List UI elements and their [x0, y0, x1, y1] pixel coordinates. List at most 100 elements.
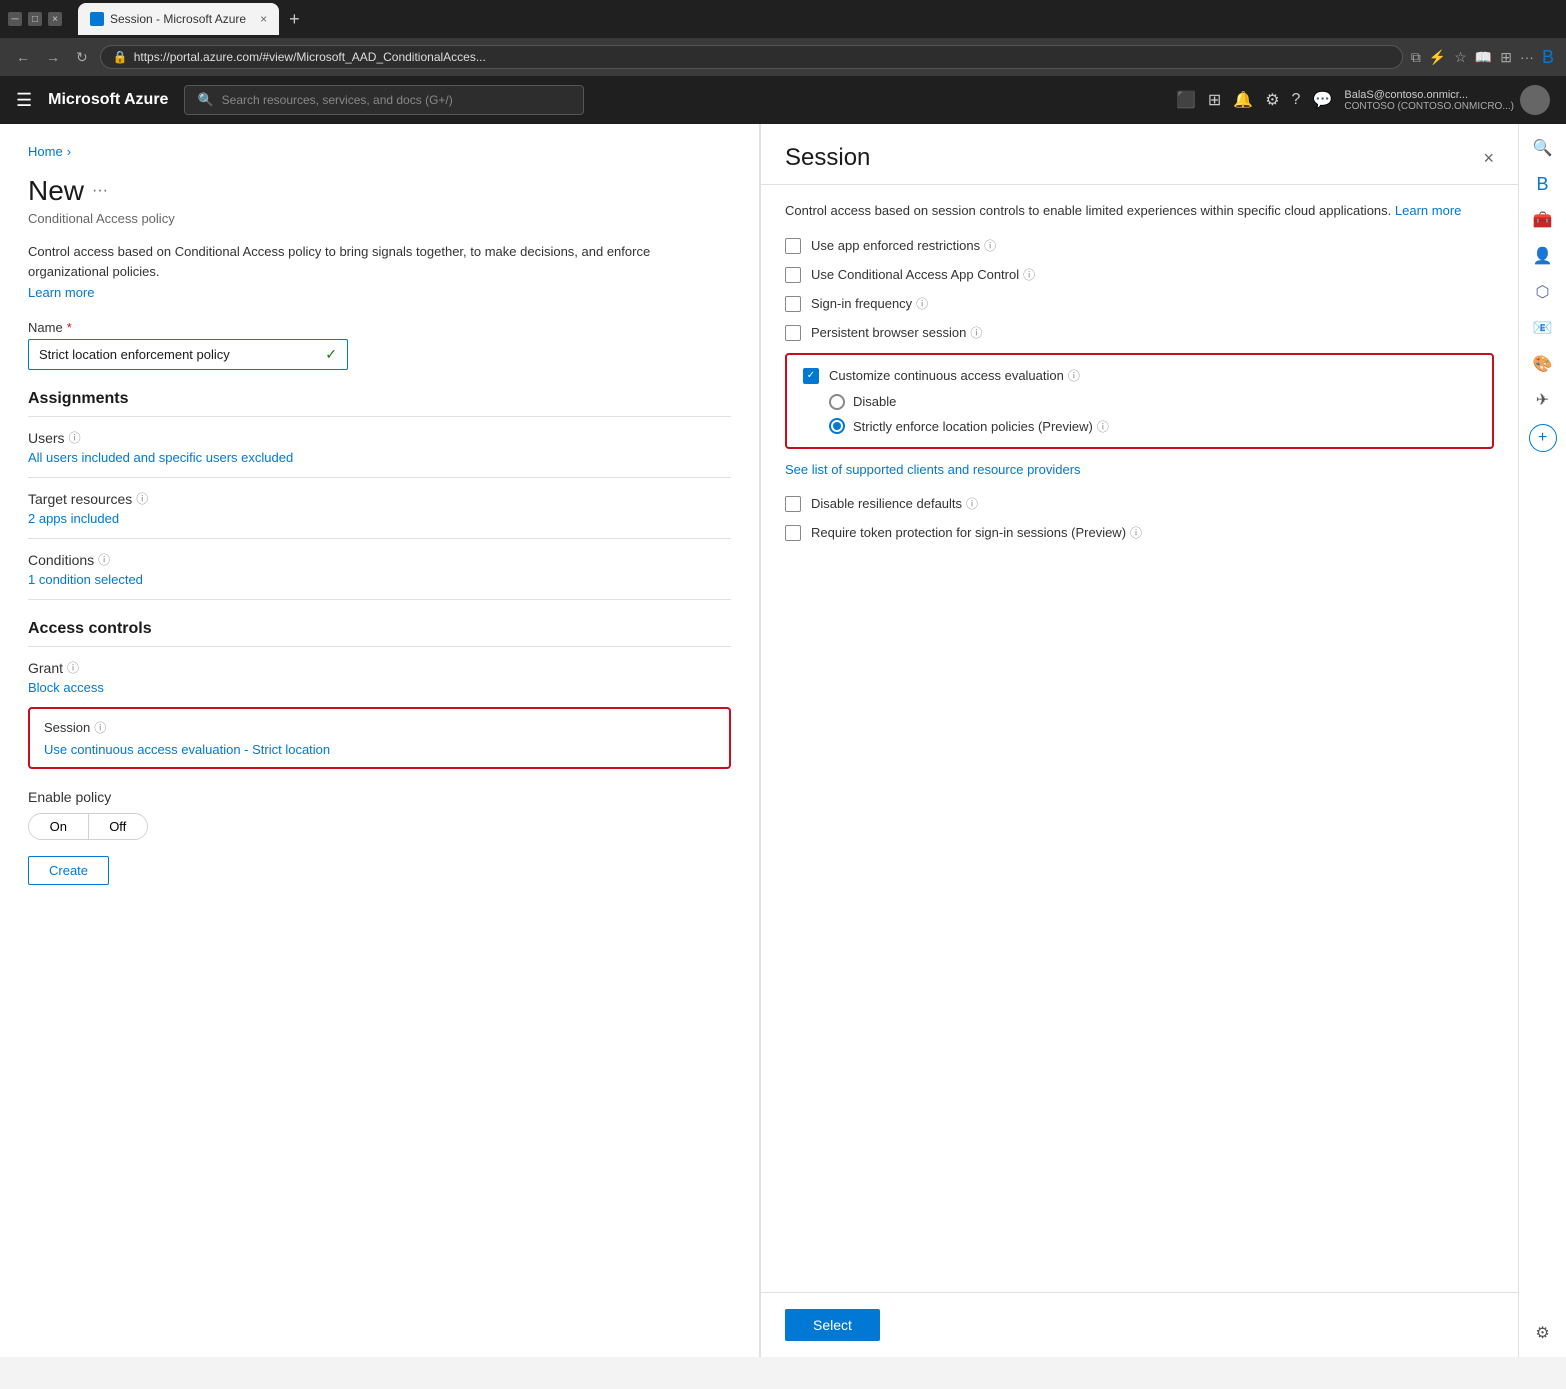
drawer-description: Control access based on session controls…: [785, 201, 1494, 221]
token-protection-info-icon[interactable]: ⓘ: [1130, 524, 1142, 541]
cae-label: Customize continuous access evaluation ⓘ: [829, 367, 1080, 384]
conditions-info-icon[interactable]: ⓘ: [98, 551, 110, 568]
split-screen-icon[interactable]: ⧉: [1411, 49, 1421, 66]
disable-resilience-info-icon[interactable]: ⓘ: [966, 495, 978, 512]
notifications-icon[interactable]: 🔔: [1233, 90, 1253, 110]
favorites-icon[interactable]: ☆: [1454, 49, 1467, 66]
sidebar-teams-icon[interactable]: ⬡: [1527, 276, 1559, 308]
tab-close-button[interactable]: ×: [260, 12, 267, 26]
sidebar-copilot-icon[interactable]: B: [1527, 168, 1559, 200]
persistent-browser-label: Persistent browser session ⓘ: [811, 324, 982, 341]
search-placeholder: Search resources, services, and docs (G+…: [222, 93, 453, 107]
disable-radio-row: Disable: [829, 394, 1476, 410]
sidebar-outlook-icon[interactable]: 📧: [1527, 312, 1559, 344]
signin-freq-checkbox[interactable]: [785, 296, 801, 312]
browser-ext-icon[interactable]: ⚡: [1429, 49, 1446, 66]
ca-app-control-checkbox[interactable]: [785, 267, 801, 283]
grant-info-icon[interactable]: ⓘ: [67, 659, 79, 676]
create-button[interactable]: Create: [28, 856, 109, 885]
session-value-link[interactable]: Use continuous access evaluation - Stric…: [44, 742, 330, 757]
drawer-header: Session ×: [761, 124, 1518, 185]
drawer-close-button[interactable]: ×: [1483, 148, 1494, 169]
signin-freq-info-icon[interactable]: ⓘ: [916, 295, 928, 312]
drawer-footer: Select: [761, 1292, 1518, 1357]
target-resources-label: Target resources ⓘ: [28, 490, 731, 507]
see-list-link[interactable]: See list of supported clients and resour…: [785, 461, 1494, 479]
page-subtitle: Conditional Access policy: [28, 211, 731, 226]
persistent-browser-info-icon[interactable]: ⓘ: [970, 324, 982, 341]
cloud-shell-icon[interactable]: ⬛: [1176, 90, 1196, 110]
drawer-body: Control access based on session controls…: [761, 185, 1518, 1292]
sidebar-toolkit-icon[interactable]: 🧰: [1527, 204, 1559, 236]
page-title-menu-icon[interactable]: ···: [92, 182, 108, 200]
collections-icon[interactable]: ⊞: [1500, 49, 1512, 66]
cae-info-icon[interactable]: ⓘ: [1068, 367, 1080, 384]
back-button[interactable]: ←: [12, 49, 34, 65]
global-search[interactable]: 🔍 Search resources, services, and docs (…: [184, 85, 584, 115]
feedback-icon[interactable]: 💬: [1312, 90, 1332, 110]
bing-chat-icon[interactable]: B: [1542, 47, 1554, 68]
ca-app-control-info-icon[interactable]: ⓘ: [1023, 266, 1035, 283]
page-title: New: [28, 175, 84, 207]
app-enforced-info-icon[interactable]: ⓘ: [984, 237, 996, 254]
active-tab[interactable]: Session - Microsoft Azure ×: [78, 3, 279, 35]
users-info-icon[interactable]: ⓘ: [69, 429, 81, 446]
breadcrumb-home-link[interactable]: Home: [28, 144, 63, 159]
users-value[interactable]: All users included and specific users ex…: [28, 450, 731, 465]
token-protection-checkbox[interactable]: [785, 525, 801, 541]
toggle-off-option[interactable]: Off: [89, 814, 148, 839]
browser-toolbar-icons: ⧉ ⚡ ☆ 📖 ⊞ ··· B: [1411, 47, 1554, 68]
sidebar-user-icon[interactable]: 👤: [1527, 240, 1559, 272]
read-view-icon[interactable]: 📖: [1475, 49, 1492, 66]
signin-freq-row: Sign-in frequency ⓘ: [785, 295, 1494, 312]
persistent-browser-checkbox[interactable]: [785, 325, 801, 341]
strict-location-info-icon[interactable]: ⓘ: [1097, 418, 1109, 435]
sidebar-add-button[interactable]: +: [1529, 424, 1557, 452]
disable-radio-button[interactable]: [829, 394, 845, 410]
session-box-title: Session ⓘ: [44, 719, 715, 736]
minimize-button[interactable]: ─: [8, 12, 22, 26]
disable-resilience-checkbox[interactable]: [785, 496, 801, 512]
cae-checkbox[interactable]: ✓: [803, 368, 819, 384]
settings-icon[interactable]: ⚙: [1265, 90, 1279, 110]
azure-topbar: ☰ Microsoft Azure 🔍 Search resources, se…: [0, 76, 1566, 124]
drawer-learn-more-link[interactable]: Learn more: [1395, 203, 1461, 218]
maximize-button[interactable]: □: [28, 12, 42, 26]
toggle-on-option[interactable]: On: [29, 814, 89, 839]
conditions-value[interactable]: 1 condition selected: [28, 572, 731, 587]
target-resources-info-icon[interactable]: ⓘ: [136, 490, 148, 507]
grant-value[interactable]: Block access: [28, 680, 731, 695]
description-learn-more-link[interactable]: Learn more: [28, 285, 94, 300]
sidebar-search-icon[interactable]: 🔍: [1527, 132, 1559, 164]
cae-radio-group: Disable Strictly enforce location polici…: [829, 394, 1476, 435]
select-button[interactable]: Select: [785, 1309, 880, 1341]
url-text: https://portal.azure.com/#view/Microsoft…: [134, 50, 486, 64]
tenant-name: CONTOSO (CONTOSO.ONMICRO...): [1344, 101, 1514, 112]
user-name: BalaS@contoso.onmicr...: [1344, 89, 1514, 101]
ca-app-control-label: Use Conditional Access App Control ⓘ: [811, 266, 1035, 283]
enable-policy-toggle[interactable]: On Off: [28, 813, 148, 840]
more-tools-icon[interactable]: ···: [1520, 49, 1534, 65]
user-profile[interactable]: BalaS@contoso.onmicr... CONTOSO (CONTOSO…: [1344, 85, 1550, 115]
portal-menu-icon[interactable]: ⊞: [1208, 90, 1221, 110]
sidebar-gear-icon[interactable]: ⚙: [1527, 1317, 1559, 1349]
help-icon[interactable]: ?: [1292, 91, 1301, 109]
sidebar-color-icon[interactable]: 🎨: [1527, 348, 1559, 380]
target-resources-value[interactable]: 2 apps included: [28, 511, 731, 526]
session-info-icon[interactable]: ⓘ: [94, 719, 106, 736]
strict-location-radio-button[interactable]: [829, 418, 845, 434]
refresh-button[interactable]: ↻: [72, 49, 92, 66]
name-input[interactable]: Strict location enforcement policy ✓: [28, 339, 348, 370]
sidebar-plane-icon[interactable]: ✈: [1527, 384, 1559, 416]
new-tab-button[interactable]: +: [283, 9, 306, 30]
drawer-title: Session: [785, 144, 870, 172]
required-indicator: *: [67, 320, 72, 335]
app-enforced-checkbox[interactable]: [785, 238, 801, 254]
hamburger-menu-icon[interactable]: ☰: [16, 90, 32, 111]
tab-favicon: [90, 12, 104, 26]
close-window-button[interactable]: ×: [48, 12, 62, 26]
address-bar[interactable]: 🔒 https://portal.azure.com/#view/Microso…: [100, 45, 1403, 69]
persistent-browser-row: Persistent browser session ⓘ: [785, 324, 1494, 341]
forward-button[interactable]: →: [42, 49, 64, 65]
session-drawer: Session × Control access based on sessio…: [760, 124, 1518, 1357]
